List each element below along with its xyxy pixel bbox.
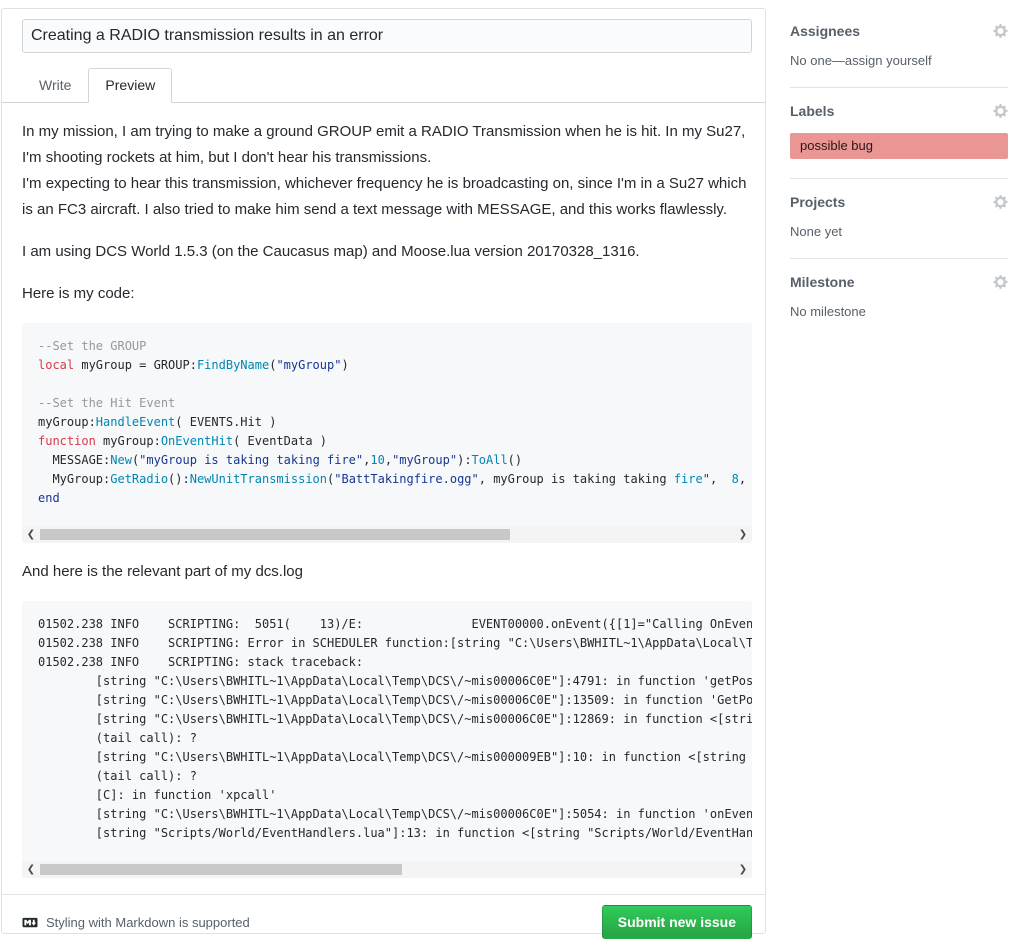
- body-paragraph-3: Here is my code:: [22, 281, 752, 307]
- projects-gear-icon[interactable]: [993, 194, 1008, 210]
- body-paragraph-1-line-1: In my mission, I am trying to make a gro…: [22, 123, 745, 166]
- assignees-heading: Assignees: [790, 23, 860, 39]
- new-issue-form: Write Preview In my mission, I am trying…: [1, 8, 766, 934]
- lua-code: --Set the GROUP local myGroup = GROUP:Fi…: [22, 323, 752, 518]
- scroll-left-arrow-icon[interactable]: ❮: [24, 862, 38, 877]
- markdown-note-text: Styling with Markdown is supported: [46, 915, 250, 930]
- tab-write[interactable]: Write: [22, 68, 88, 103]
- projects-heading: Projects: [790, 194, 845, 210]
- tab-preview[interactable]: Preview: [88, 68, 172, 103]
- body-paragraph-1-line-2: I'm expecting to hear this transmission,…: [22, 175, 746, 218]
- form-footer: Styling with Markdown is supported Submi…: [2, 895, 765, 949]
- scrollbar-thumb[interactable]: [40, 529, 510, 540]
- write-preview-tabs: Write Preview: [2, 68, 765, 103]
- projects-value: None yet: [790, 224, 1008, 239]
- milestone-value: No milestone: [790, 304, 1008, 319]
- labels-section: Labels possible bug: [790, 88, 1008, 179]
- scroll-left-arrow-icon[interactable]: ❮: [24, 527, 38, 542]
- milestone-heading: Milestone: [790, 274, 855, 290]
- issue-title-input[interactable]: [22, 19, 752, 53]
- body-paragraph-4: And here is the relevant part of my dcs.…: [22, 559, 752, 585]
- dcs-log-block: 01502.238 INFO SCRIPTING: 5051( 13)/E: E…: [22, 601, 752, 878]
- submit-new-issue-button[interactable]: Submit new issue: [602, 905, 752, 939]
- code-horizontal-scrollbar[interactable]: ❮ ❯: [22, 526, 752, 543]
- assignees-section: Assignees No one—assign yourself: [790, 8, 1008, 88]
- markdown-icon: [20, 915, 40, 930]
- assignees-gear-icon[interactable]: [993, 23, 1008, 39]
- lua-code-block: --Set the GROUP local myGroup = GROUP:Fi…: [22, 323, 752, 543]
- label-possible-bug[interactable]: possible bug: [790, 133, 1008, 159]
- issue-sidebar: Assignees No one—assign yourself Labels …: [790, 8, 1008, 338]
- preview-body: In my mission, I am trying to make a gro…: [2, 103, 765, 878]
- labels-heading: Labels: [790, 103, 834, 119]
- markdown-support-note: Styling with Markdown is supported: [20, 915, 250, 930]
- body-paragraph-1: In my mission, I am trying to make a gro…: [22, 119, 752, 223]
- scrollbar-thumb[interactable]: [40, 864, 402, 875]
- assignees-value[interactable]: No one—assign yourself: [790, 53, 1008, 68]
- scroll-right-arrow-icon[interactable]: ❯: [736, 527, 750, 542]
- milestone-section: Milestone No milestone: [790, 259, 1008, 338]
- log-horizontal-scrollbar[interactable]: ❮ ❯: [22, 861, 752, 878]
- milestone-gear-icon[interactable]: [993, 274, 1008, 290]
- labels-gear-icon[interactable]: [993, 103, 1008, 119]
- body-paragraph-2: I am using DCS World 1.5.3 (on the Cauca…: [22, 239, 752, 265]
- projects-section: Projects None yet: [790, 179, 1008, 259]
- dcs-log-text: 01502.238 INFO SCRIPTING: 5051( 13)/E: E…: [22, 601, 752, 853]
- scroll-right-arrow-icon[interactable]: ❯: [736, 862, 750, 877]
